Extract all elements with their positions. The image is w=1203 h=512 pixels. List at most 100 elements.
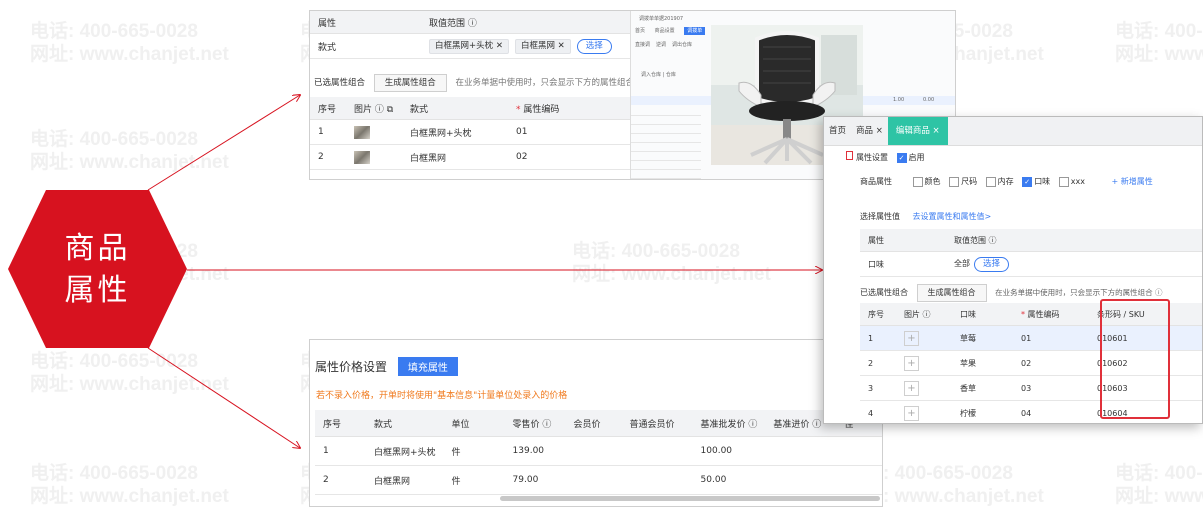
add-image-button[interactable]: +	[896, 375, 952, 401]
table-row[interactable]: 1 白框黑网+头枕 件 139.00 100.00	[315, 436, 882, 466]
select-button[interactable]: 选择	[974, 256, 1010, 272]
row-label: 口味	[860, 251, 946, 277]
row-style: 白框黑网	[402, 144, 508, 170]
required-mark: *	[1021, 309, 1025, 319]
section-marker	[846, 151, 853, 160]
col-style: 款式	[402, 97, 508, 120]
option-label: 颜色	[924, 177, 941, 186]
row-no: 4	[860, 400, 896, 423]
table-row[interactable]: 2 白框黑网 02	[310, 144, 630, 170]
col-no: 序号	[310, 97, 346, 120]
page-title: 属性价格设置	[315, 360, 388, 374]
purchase-price-input[interactable]	[765, 436, 837, 466]
col-image: 图片 ⓘ ⧉	[346, 97, 402, 120]
option-checkbox[interactable]	[1058, 176, 1069, 187]
mini-tab[interactable]: 首页	[635, 28, 645, 34]
sku-highlight-box	[1100, 299, 1170, 419]
col-style: 款式	[366, 410, 444, 437]
enable-checkbox[interactable]: ✓	[896, 152, 907, 163]
header-attr: 属性	[310, 11, 421, 34]
badge-line-1: 商品	[64, 231, 131, 266]
row-code[interactable]: 02	[1013, 350, 1089, 376]
retail-price-input[interactable]: 139.00	[504, 436, 566, 466]
col-code: * 属性编码	[508, 97, 630, 120]
purchase-price-input[interactable]	[765, 465, 837, 495]
go-setting-link[interactable]: 去设置属性和属性值>	[913, 212, 992, 221]
option-checkbox[interactable]	[949, 176, 960, 187]
select-value-label: 选择属性值	[860, 212, 900, 221]
tab-goods[interactable]: 商品 ×	[851, 117, 888, 145]
col-image: 图片 ⓘ	[896, 303, 952, 326]
member-price-input[interactable]	[565, 465, 622, 495]
mini-field: 调入仓库 | 仓库	[641, 72, 676, 78]
category-badge: 商品 属性	[8, 190, 187, 348]
fill-attr-button[interactable]: 填充属性	[397, 357, 458, 376]
row-no: 1	[310, 119, 346, 145]
row-code[interactable]: 03	[1013, 375, 1089, 401]
mini-options: 直接调 逆调 调出仓库	[635, 42, 693, 48]
normal-member-price-input[interactable]	[621, 436, 693, 466]
option-label: xxx	[1070, 177, 1085, 186]
enable-label: 启用	[908, 153, 925, 162]
price-warning: 若不录入价格，开单时将使用"基本信息"计量单位处录入的价格	[316, 391, 568, 401]
header-attr: 属性	[860, 229, 946, 252]
retail-price-input[interactable]: 79.00	[504, 465, 566, 495]
mini-tab[interactable]: 调拨单	[684, 27, 706, 35]
option-label: 口味	[1034, 177, 1051, 186]
combo-note: 在业务单据中使用时，只会显示下方的属性组合 ⓘ	[995, 288, 1163, 297]
add-attr-link[interactable]: + 新增属性	[1111, 177, 1152, 186]
member-price-input[interactable]	[565, 436, 622, 466]
tab-edit-goods[interactable]: 编辑商品 ×	[887, 117, 948, 145]
horizontal-scrollbar[interactable]	[500, 496, 880, 501]
tab-home[interactable]: 首页	[824, 117, 851, 145]
option-checkbox[interactable]	[912, 176, 923, 187]
row-code[interactable]: 04	[1013, 400, 1089, 423]
wholesale-price-input[interactable]: 50.00	[692, 465, 766, 495]
generate-combo-button[interactable]: 生成属性组合	[916, 284, 987, 302]
goods-attr-label: 商品属性	[860, 177, 892, 186]
row-style: 白框黑网+头枕	[366, 436, 444, 466]
attr-setting-label: 属性设置	[856, 153, 888, 162]
option-checkbox[interactable]: ✓	[1022, 176, 1033, 187]
row-code[interactable]: 02	[508, 144, 630, 170]
combo-note: 在业务单据中使用时，只会显示下方的属性组合 ⓘ	[455, 78, 646, 88]
value-tag[interactable]: 白框黑网+头枕 ✕	[429, 38, 509, 54]
add-image-button[interactable]: +	[896, 325, 952, 351]
flavor-range-table: 属性 取值范围 ⓘ 口味 全部 选择	[860, 229, 1202, 277]
col-no: 序号	[315, 410, 366, 437]
generate-combo-button[interactable]: 生成属性组合	[373, 74, 447, 92]
select-button[interactable]: 选择	[576, 38, 612, 54]
row-code[interactable]: 01	[508, 119, 630, 145]
option-label: 内存	[997, 177, 1014, 186]
mini-tab[interactable]: 商品设置	[655, 28, 675, 34]
option-checkbox[interactable]	[985, 176, 996, 187]
mini-value: 0.00	[923, 97, 935, 103]
table-row[interactable]: 1 白框黑网+头枕 01	[310, 119, 630, 145]
row-unit: 件	[443, 465, 505, 495]
row-code[interactable]: 01	[1013, 325, 1089, 351]
thumbnail-image[interactable]	[346, 119, 402, 145]
value-tag[interactable]: 白框黑网 ✕	[514, 38, 571, 54]
add-image-button[interactable]: +	[896, 400, 952, 423]
mini-value: 1.00	[893, 97, 905, 103]
image-settings-icon[interactable]: ⧉	[387, 105, 393, 115]
row-style: 白框黑网+头枕	[402, 119, 508, 145]
attr-range-table: 属性 取值范围 ⓘ 款式 白框黑网+头枕 ✕ 白框黑网 ✕ 选择	[310, 11, 635, 59]
mini-title: 调拨单单据201907	[639, 16, 684, 22]
thumbnail-image[interactable]	[346, 144, 402, 170]
wholesale-price-input[interactable]: 100.00	[692, 436, 766, 466]
attr-setting-row: 属性设置 ✓ 启用	[846, 151, 925, 163]
select-value-row: 选择属性值 去设置属性和属性值>	[860, 211, 991, 222]
add-image-button[interactable]: +	[896, 350, 952, 376]
price-setting-panel: 属性价格设置 填充属性 若不录入价格，开单时将使用"基本信息"计量单位处录入的价…	[309, 339, 883, 507]
combo-bar: 已选属性组合 生成属性组合 在业务单据中使用时，只会显示下方的属性组合 ⓘ	[314, 74, 645, 92]
tab-bar: 首页 商品 × 编辑商品 ×	[824, 117, 1202, 146]
col-unit: 单位	[443, 410, 505, 437]
required-mark: *	[516, 104, 521, 115]
col-member: 会员价	[565, 410, 622, 437]
combo-label: 已选属性组合	[860, 288, 908, 297]
table-row[interactable]: 2 白框黑网 件 79.00 50.00	[315, 465, 882, 495]
normal-member-price-input[interactable]	[621, 465, 693, 495]
col-wholesale: 基准批发价 ⓘ	[692, 410, 766, 437]
row-no: 2	[310, 144, 346, 170]
